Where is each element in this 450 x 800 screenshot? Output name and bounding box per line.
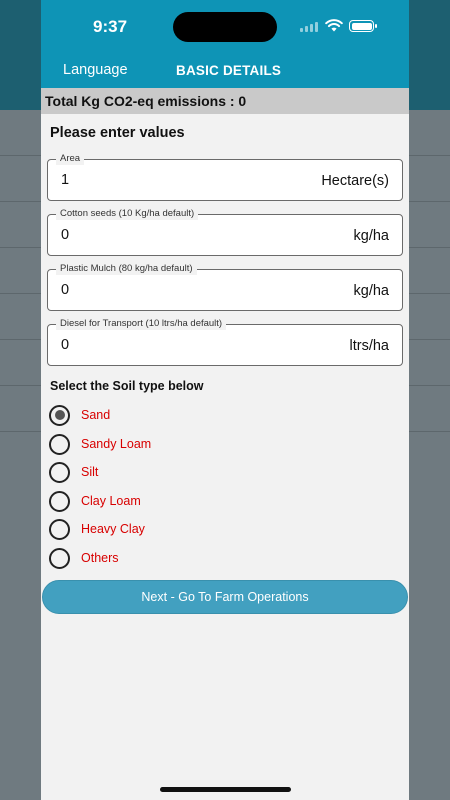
radio-unselected-icon[interactable] bbox=[49, 518, 70, 540]
radio-unselected-icon[interactable] bbox=[49, 433, 70, 455]
soil-option-others[interactable]: Others bbox=[49, 547, 119, 569]
soil-option-label: Heavy Clay bbox=[81, 522, 145, 536]
diesel-transport-unit: ltrs/ha bbox=[349, 338, 390, 354]
radio-unselected-icon[interactable] bbox=[49, 461, 70, 483]
plastic-mulch-input[interactable] bbox=[61, 282, 281, 298]
cotton-seeds-unit: kg/ha bbox=[353, 228, 389, 244]
dynamic-island bbox=[173, 12, 277, 42]
plastic-mulch-field[interactable]: Plastic Mulch (80 kg/ha default) kg/ha bbox=[47, 263, 403, 311]
battery-icon bbox=[349, 20, 377, 32]
radio-unselected-icon[interactable] bbox=[49, 490, 70, 512]
cellular-signal-icon bbox=[300, 22, 318, 32]
enter-values-heading: Please enter values bbox=[50, 125, 185, 141]
area-unit: Hectare(s) bbox=[321, 173, 389, 189]
diesel-transport-field[interactable]: Diesel for Transport (10 ltrs/ha default… bbox=[47, 318, 403, 366]
soil-option-heavy-clay[interactable]: Heavy Clay bbox=[49, 518, 145, 540]
plastic-mulch-unit: kg/ha bbox=[353, 283, 389, 299]
plastic-mulch-label: Plastic Mulch (80 kg/ha default) bbox=[56, 263, 197, 275]
soil-option-silt[interactable]: Silt bbox=[49, 461, 98, 483]
soil-option-sand[interactable]: Sand bbox=[49, 404, 110, 426]
home-indicator[interactable] bbox=[160, 787, 291, 792]
diesel-transport-label: Diesel for Transport (10 ltrs/ha default… bbox=[56, 318, 227, 330]
radio-selected-icon[interactable] bbox=[49, 404, 70, 426]
wifi-icon bbox=[325, 19, 343, 32]
soil-option-sandy-loam[interactable]: Sandy Loam bbox=[49, 433, 151, 455]
next-farm-operations-button[interactable]: Next - Go To Farm Operations bbox=[42, 580, 408, 614]
total-emissions-bar: Total Kg CO2-eq emissions : 0 bbox=[41, 88, 409, 114]
tab-basic-details[interactable]: BASIC DETAILS bbox=[176, 63, 281, 78]
app-header: 9:37 Language BASIC DETAILS bbox=[41, 0, 409, 88]
soil-option-label: Clay Loam bbox=[81, 494, 141, 508]
area-field-label: Area bbox=[56, 153, 85, 165]
soil-option-clay-loam[interactable]: Clay Loam bbox=[49, 490, 141, 512]
cotton-seeds-field[interactable]: Cotton seeds (10 Kg/ha default) kg/ha bbox=[47, 208, 403, 256]
area-input[interactable] bbox=[61, 172, 281, 188]
soil-option-label: Silt bbox=[81, 465, 99, 479]
cotton-seeds-label: Cotton seeds (10 Kg/ha default) bbox=[56, 208, 199, 220]
soil-option-label: Sand bbox=[81, 408, 111, 422]
status-time: 9:37 bbox=[93, 17, 128, 36]
tab-language[interactable]: Language bbox=[63, 62, 128, 78]
area-field[interactable]: Area Hectare(s) bbox=[47, 153, 403, 201]
soil-option-label: Others bbox=[81, 551, 119, 565]
soil-type-heading: Select the Soil type below bbox=[50, 379, 204, 393]
radio-unselected-icon[interactable] bbox=[49, 547, 70, 569]
basic-details-sheet: 9:37 Language BASIC DETAILS Total Kg CO2… bbox=[41, 0, 409, 800]
soil-option-label: Sandy Loam bbox=[81, 437, 152, 451]
diesel-transport-input[interactable] bbox=[61, 337, 281, 353]
cotton-seeds-input[interactable] bbox=[61, 227, 281, 243]
